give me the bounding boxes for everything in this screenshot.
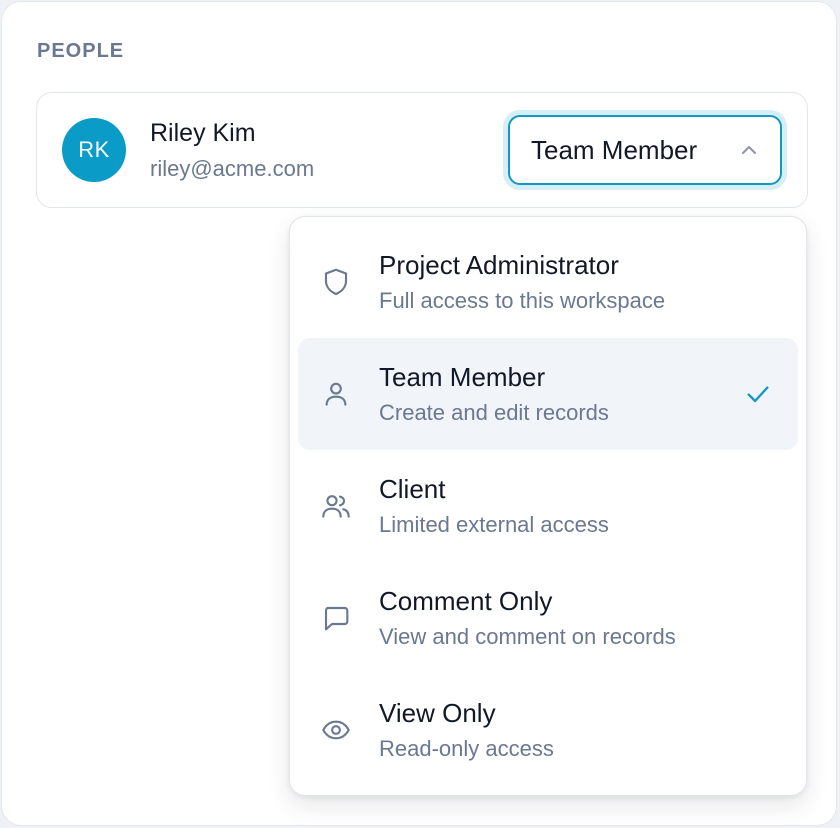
- user-icon: [320, 378, 352, 410]
- menu-item-view-only[interactable]: View Only Read-only access: [298, 674, 798, 786]
- menu-item-description: Create and edit records: [379, 400, 609, 425]
- role-select[interactable]: Team Member: [508, 115, 782, 185]
- menu-item-description: Limited external access: [379, 512, 609, 537]
- section-title: PEOPLE: [37, 40, 125, 62]
- menu-item-description: Full access to this workspace: [379, 288, 666, 313]
- menu-item-project-administrator[interactable]: Project Administrator Full access to thi…: [298, 226, 798, 338]
- menu-item-comment-only[interactable]: Comment Only View and comment on records: [298, 562, 798, 674]
- menu-item-team-member[interactable]: Team Member Create and edit records: [298, 338, 798, 450]
- users-icon: [320, 490, 352, 522]
- person-name: Riley Kim: [150, 119, 256, 147]
- menu-item-title: Client: [379, 474, 446, 504]
- eye-icon: [320, 714, 352, 746]
- chevron-up-icon: [740, 141, 758, 159]
- menu-item-title: View Only: [379, 698, 496, 728]
- menu-item-description: Read-only access: [379, 736, 554, 761]
- menu-item-title: Team Member: [379, 362, 546, 392]
- avatar: RK: [62, 118, 126, 182]
- menu-item-description: View and comment on records: [379, 624, 676, 649]
- role-select-value: Team Member: [531, 135, 698, 165]
- check-icon: [744, 380, 772, 408]
- person-email: riley@acme.com: [150, 156, 315, 181]
- menu-item-title: Comment Only: [379, 586, 553, 616]
- menu-item-client[interactable]: Client Limited external access: [298, 450, 798, 562]
- role-dropdown-menu: Project Administrator Full access to thi…: [289, 216, 807, 796]
- people-panel: PEOPLE RK Riley Kim riley@acme.com Team …: [1, 1, 837, 826]
- person-row: RK Riley Kim riley@acme.com Team Member: [36, 92, 808, 208]
- menu-item-title: Project Administrator: [379, 250, 619, 280]
- shield-icon: [320, 266, 352, 298]
- message-icon: [320, 602, 352, 634]
